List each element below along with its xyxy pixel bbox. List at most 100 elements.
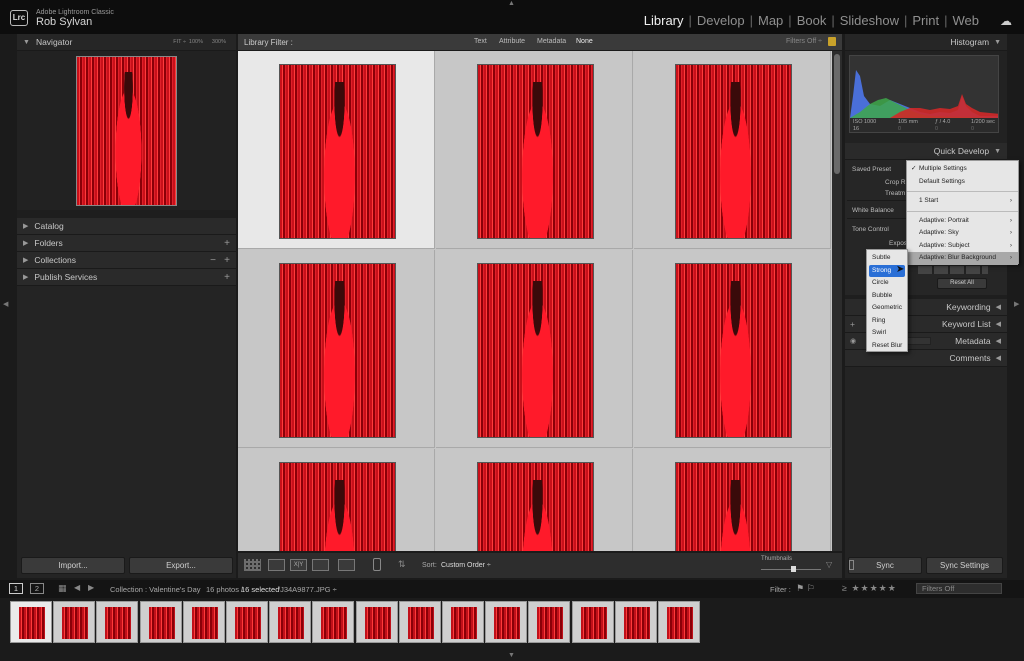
add-folder-icon[interactable]: +: [224, 238, 230, 249]
collapse-top-arrow-icon[interactable]: ▲: [508, 0, 515, 7]
filmstrip-thumbnail[interactable]: [269, 601, 312, 643]
current-file-name[interactable]: /J34A9877.JPG ÷: [278, 585, 337, 594]
lock-icon[interactable]: [828, 37, 836, 46]
grid-cell[interactable]: [634, 51, 831, 249]
loupe-view-icon[interactable]: [268, 559, 285, 571]
import-button[interactable]: Import...: [21, 557, 125, 574]
blur-option-ring[interactable]: Ring: [867, 315, 907, 328]
grid-cell[interactable]: [436, 449, 633, 551]
filmstrip-thumbnail[interactable]: [96, 601, 139, 643]
forward-arrow-icon[interactable]: ▶: [88, 583, 94, 592]
grid-cell[interactable]: [634, 250, 831, 448]
zoom-300[interactable]: 300%: [212, 39, 226, 45]
module-develop[interactable]: Develop: [692, 13, 750, 28]
filmstrip-thumbnail[interactable]: [10, 601, 52, 643]
menu-item-adaptive-blur-background[interactable]: Adaptive: Blur Background ›: [907, 252, 1018, 265]
photo-thumbnail[interactable]: [279, 64, 396, 239]
module-map[interactable]: Map: [753, 13, 788, 28]
sync-button[interactable]: Sync: [848, 557, 922, 574]
filmstrip-thumbnail[interactable]: [139, 601, 182, 643]
menu-item-multiple-settings[interactable]: ✓ Multiple Settings: [907, 163, 1018, 176]
filmstrip-filter-select[interactable]: Filters Off: [916, 583, 1002, 594]
filmstrip-thumbnail[interactable]: [355, 601, 398, 643]
grid-cell[interactable]: [436, 250, 633, 448]
photo-thumbnail[interactable]: [675, 462, 792, 551]
zoom-100[interactable]: 100%: [189, 39, 203, 45]
sync-settings-button[interactable]: Sync Settings: [926, 557, 1003, 574]
add-keyword-icon[interactable]: +: [850, 319, 855, 329]
module-web[interactable]: Web: [948, 13, 985, 28]
grid-cell[interactable]: [238, 51, 435, 249]
filter-tab-text[interactable]: Text: [474, 38, 487, 45]
survey-view-icon[interactable]: [312, 559, 329, 571]
sort-direction-icon[interactable]: ⇅: [398, 559, 406, 570]
photo-thumbnail[interactable]: [477, 263, 594, 438]
sort-order-select[interactable]: Custom Order ÷: [441, 562, 491, 569]
grid-cell[interactable]: [634, 449, 831, 551]
menu-item-adaptive-subject[interactable]: Adaptive: Subject ›: [907, 240, 1018, 253]
collapse-bottom-arrow-icon[interactable]: ▼: [508, 652, 515, 659]
blur-option-bubble[interactable]: Bubble: [867, 290, 907, 303]
screen-1-button[interactable]: 1: [9, 583, 23, 594]
blur-option-swirl[interactable]: Swirl: [867, 327, 907, 340]
navigator-header[interactable]: ▼ Navigator FIT ÷ 100% 300%: [17, 34, 236, 51]
filmstrip-thumbnail[interactable]: [312, 601, 355, 643]
photo-thumbnail[interactable]: [675, 263, 792, 438]
filmstrip-thumbnail[interactable]: [442, 601, 484, 643]
grid-cell[interactable]: [238, 250, 435, 448]
filter-tab-metadata[interactable]: Metadata: [537, 38, 566, 45]
people-view-icon[interactable]: [338, 559, 355, 571]
photo-thumbnail[interactable]: [279, 263, 396, 438]
menu-item-adaptive-sky[interactable]: Adaptive: Sky ›: [907, 227, 1018, 240]
metadata-preset-select[interactable]: [905, 337, 931, 345]
filmstrip-thumbnail[interactable]: [571, 601, 614, 643]
blur-option-reset[interactable]: Reset Blur: [867, 340, 907, 353]
menu-item-default-settings[interactable]: Default Settings: [907, 176, 1018, 189]
filter-tab-none[interactable]: None: [576, 38, 593, 45]
module-library[interactable]: Library: [639, 13, 689, 28]
zoom-fit[interactable]: FIT ÷: [173, 39, 186, 45]
folders-section[interactable]: ▶ Folders +: [17, 235, 236, 252]
quick-develop-header[interactable]: Quick Develop ▼: [845, 143, 1007, 160]
filmstrip-thumbnail[interactable]: [658, 601, 700, 643]
grid-scrollbar-thumb[interactable]: [834, 54, 840, 174]
histogram-graph[interactable]: ISO 1000 105 mm ƒ / 4.0 1/200 sec 16 0 0…: [849, 55, 999, 133]
grid-cell[interactable]: [238, 449, 435, 551]
auto-sync-toggle[interactable]: [849, 560, 854, 570]
filmstrip-thumbnail[interactable]: [182, 601, 225, 643]
compare-view-icon[interactable]: X|Y: [290, 559, 307, 571]
add-collection-icon[interactable]: +: [224, 255, 230, 266]
back-arrow-icon[interactable]: ◀: [74, 583, 80, 592]
photo-thumbnail[interactable]: [477, 462, 594, 551]
filmstrip-thumbnail[interactable]: [53, 601, 96, 643]
flag-filter-icons[interactable]: ⚑ ⚐: [796, 583, 815, 594]
histogram-header[interactable]: Histogram ▼: [845, 34, 1007, 51]
filters-preset-select[interactable]: Filters Off ÷: [786, 38, 822, 45]
catalog-section[interactable]: ▶ Catalog: [17, 218, 236, 235]
remove-collection-icon[interactable]: −: [210, 255, 216, 266]
eye-icon[interactable]: ◉: [850, 337, 856, 345]
vibrance-buttons[interactable]: [918, 266, 988, 274]
filmstrip-thumbnail[interactable]: [398, 601, 441, 643]
grid-view-icon[interactable]: [244, 559, 261, 571]
photo-thumbnail[interactable]: [675, 64, 792, 239]
comments-header[interactable]: Comments ◀: [845, 350, 1007, 367]
spray-can-icon[interactable]: [373, 558, 381, 571]
grid-cell[interactable]: [436, 51, 633, 249]
collections-section[interactable]: ▶ Collections − +: [17, 252, 236, 269]
collapse-right-arrow-icon[interactable]: ▶: [1014, 300, 1019, 308]
photo-thumbnail[interactable]: [477, 64, 594, 239]
filter-tab-attribute[interactable]: Attribute: [499, 38, 525, 45]
blur-option-subtle[interactable]: Subtle: [867, 252, 907, 265]
source-collection[interactable]: Collection : Valentine's Day: [110, 585, 201, 594]
thumbnail-size-slider-thumb[interactable]: [791, 566, 796, 572]
module-book[interactable]: Book: [792, 13, 832, 28]
filmstrip-thumbnail[interactable]: [528, 601, 571, 643]
cloud-sync-icon[interactable]: ☁: [1000, 14, 1012, 28]
add-publish-service-icon[interactable]: +: [224, 272, 230, 283]
module-slideshow[interactable]: Slideshow: [835, 13, 904, 28]
export-button[interactable]: Export...: [129, 557, 233, 574]
toolbar-menu-icon[interactable]: ▽: [826, 560, 832, 569]
blur-option-geometric[interactable]: Geometric: [867, 302, 907, 315]
filmstrip-thumbnail[interactable]: [614, 601, 657, 643]
